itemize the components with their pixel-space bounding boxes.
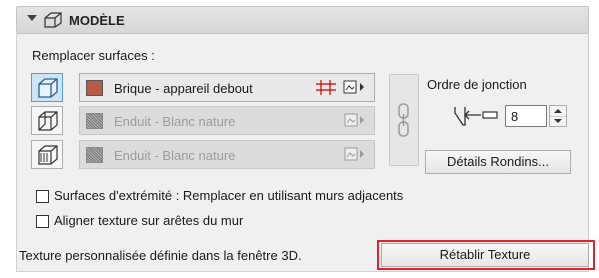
junction-order-input[interactable]: 8: [505, 105, 547, 127]
junction-order-label: Ordre de jonction: [427, 77, 527, 92]
stepper-up-icon[interactable]: [554, 109, 562, 113]
surface-edge-button[interactable]: [31, 140, 63, 169]
details-rondins-button[interactable]: Détails Rondins...: [425, 150, 571, 174]
junction-order-icon: [454, 107, 498, 126]
section-header[interactable]: MODÈLE: [16, 6, 589, 34]
material-row-1[interactable]: Brique - appareil debout: [79, 73, 375, 102]
link-materials-toggle[interactable]: [389, 74, 419, 166]
material-name: Brique - appareil debout: [114, 81, 253, 96]
texture-icon[interactable]: [344, 146, 366, 163]
end-surfaces-label: Surfaces d'extrémité : Remplacer en util…: [54, 188, 404, 203]
material-row-3[interactable]: Enduit - Blanc nature: [79, 140, 375, 169]
material-row-2[interactable]: Enduit - Blanc nature: [79, 106, 375, 135]
wall-inside-face-icon: [38, 111, 58, 131]
align-texture-label: Aligner texture sur arêtes du mur: [54, 213, 244, 228]
junction-order-value: 8: [511, 109, 519, 124]
texture-grid-icon[interactable]: [314, 79, 366, 96]
material-swatch: [86, 147, 103, 163]
surface-outside-button[interactable]: [31, 73, 63, 102]
material-name: Enduit - Blanc nature: [114, 114, 236, 129]
chain-link-icon: [398, 103, 409, 137]
wall-edge-face-icon: [38, 145, 58, 165]
material-swatch: [86, 80, 103, 96]
stepper-down-icon[interactable]: [554, 119, 562, 123]
material-name: Enduit - Blanc nature: [114, 148, 236, 163]
model-panel: Remplacer surfaces : Brique - appareil d…: [16, 34, 595, 272]
surface-inside-button[interactable]: [31, 106, 63, 135]
replace-surfaces-label: Remplacer surfaces :: [32, 48, 155, 63]
section-title: MODÈLE: [69, 13, 125, 28]
texture-icon[interactable]: [344, 112, 366, 129]
material-swatch: [86, 113, 103, 129]
chevron-down-icon[interactable]: [27, 15, 37, 21]
wall-model-icon: [44, 12, 62, 28]
align-texture-checkbox[interactable]: [36, 215, 49, 228]
custom-texture-info: Texture personnalisée définie dans la fe…: [19, 248, 302, 263]
wall-outside-face-icon: [38, 78, 58, 98]
reset-texture-button[interactable]: Rétablir Texture: [381, 243, 589, 267]
junction-order-stepper[interactable]: [549, 105, 567, 127]
end-surfaces-checkbox[interactable]: [36, 190, 49, 203]
